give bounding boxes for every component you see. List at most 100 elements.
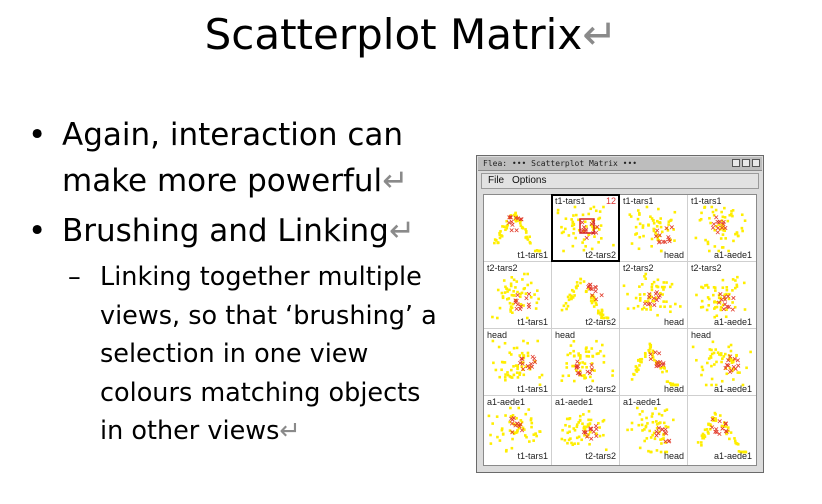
- scatter-point: [700, 211, 703, 215]
- scatter-point: [567, 234, 571, 237]
- y-axis-label: head: [691, 330, 712, 340]
- matrix-cell[interactable]: a1-aede1 t1-tars1: [484, 396, 551, 462]
- scatter-point: [584, 347, 588, 351]
- window-titlebar[interactable]: Flea: ••• Scatterplot Matrix •••: [478, 157, 762, 171]
- brushed-point: [655, 228, 660, 233]
- y-axis-label: t2-tars2: [623, 263, 654, 273]
- scatter-point: [583, 376, 586, 380]
- matrix-cell[interactable]: head t2-tars2: [552, 329, 619, 395]
- scatter-point: [655, 449, 659, 452]
- scatter-point: [704, 238, 707, 242]
- scatter-point: [523, 272, 526, 276]
- close-icon[interactable]: [752, 159, 760, 167]
- menu-options[interactable]: Options: [512, 174, 546, 188]
- scatter-point: [643, 351, 647, 355]
- matrix-cell[interactable]: t2-tars2 a1-aede1: [688, 262, 755, 328]
- matrix-cell[interactable]: t1-tars1: [484, 195, 551, 261]
- scatter-point: [503, 291, 507, 294]
- scatter-point: [588, 442, 591, 446]
- scatter-point: [515, 346, 519, 350]
- scatter-point: [638, 446, 642, 450]
- matrix-cell[interactable]: head a1-aede1: [688, 329, 755, 395]
- scatter-point: [710, 205, 714, 209]
- scatter-point: [576, 442, 580, 445]
- minimize-icon[interactable]: [732, 159, 740, 167]
- x-axis-label: t2-tars2: [585, 317, 616, 327]
- scatter-point: [512, 365, 515, 368]
- scatter-point: [710, 377, 714, 381]
- y-axis-label: a1-aede1: [555, 397, 594, 407]
- scatter-point: [630, 428, 634, 431]
- scatter-point: [714, 289, 717, 292]
- scatter-point: [564, 301, 568, 305]
- matrix-cell[interactable]: a1-aede1 t2-tars2: [552, 396, 619, 462]
- scatter-point: [715, 360, 718, 364]
- scatter-point: [660, 285, 664, 289]
- scatter-point: [560, 225, 563, 229]
- return-mark-icon: ↵: [279, 416, 301, 446]
- maximize-icon[interactable]: [742, 159, 750, 167]
- scatter-point: [673, 239, 676, 242]
- grid-divider: [484, 395, 756, 396]
- y-axis-label: a1-aede1: [623, 397, 662, 407]
- matrix-cell[interactable]: head t1-tars1: [484, 329, 551, 395]
- scatter-point: [730, 210, 733, 213]
- scatter-point: [504, 285, 507, 289]
- sub-bullet-line: selection in one view: [100, 339, 369, 369]
- menu-file[interactable]: File: [488, 174, 504, 188]
- scatter-point: [672, 418, 675, 422]
- scatter-point: [728, 437, 731, 441]
- scatter-point: [500, 368, 503, 372]
- scatter-point: [626, 307, 630, 310]
- scatter-point: [489, 442, 493, 445]
- scatter-point: [489, 433, 492, 437]
- scatter-point: [659, 225, 663, 229]
- scatter-point: [572, 349, 575, 353]
- scatter-point: [713, 245, 717, 248]
- matrix-cell[interactable]: t2-tars2 head: [620, 262, 687, 328]
- scatter-point: [600, 308, 604, 312]
- scatter-point: [525, 435, 528, 439]
- matrix-cell[interactable]: t1-tars1 a1-aede1: [688, 195, 755, 261]
- scatter-point: [560, 231, 564, 235]
- scatter-point: [733, 437, 736, 440]
- scatter-point: [695, 358, 698, 362]
- brushed-point: [526, 302, 531, 307]
- return-mark-icon: ↵: [388, 213, 415, 249]
- scatter-point: [505, 226, 509, 230]
- scatter-point: [514, 219, 518, 223]
- scatter-point: [721, 215, 725, 219]
- scatter-point: [579, 277, 582, 281]
- matrix-cell[interactable]: head: [620, 329, 687, 395]
- scatter-point: [713, 286, 717, 290]
- scatter-point: [706, 240, 710, 244]
- matrix-cell[interactable]: a1-aede1 head: [620, 396, 687, 462]
- scatter-point: [729, 343, 733, 347]
- scatter-point: [641, 307, 644, 311]
- scatter-point: [643, 292, 646, 296]
- scatter-point: [654, 407, 657, 410]
- scatter-point: [647, 449, 650, 453]
- matrix-cell[interactable]: t2-tars2: [552, 262, 619, 328]
- scatter-point: [575, 281, 579, 284]
- scatter-point: [630, 421, 634, 425]
- scatter-point: [728, 213, 732, 217]
- scatter-point: [584, 290, 588, 294]
- scatterplot-matrix[interactable]: t1-tars1 t1-tars1 t2-tars2 12 t1-tars1 head t1…: [483, 194, 757, 466]
- scatter-point: [659, 305, 662, 308]
- scatter-point: [662, 300, 665, 303]
- scatter-point: [729, 349, 733, 353]
- scatter-point: [560, 308, 564, 312]
- scatter-point: [731, 289, 734, 292]
- scatter-point: [705, 308, 709, 312]
- matrix-cell[interactable]: t2-tars2 t1-tars1: [484, 262, 551, 328]
- scatter-point: [699, 306, 703, 309]
- scatter-point: [602, 433, 605, 437]
- scatter-point: [714, 208, 718, 212]
- scatter-point: [714, 348, 718, 351]
- scatter-point: [643, 275, 646, 278]
- matrix-cell[interactable]: t1-tars1 t2-tars2 12: [551, 194, 620, 262]
- scatter-point: [665, 380, 669, 383]
- matrix-cell[interactable]: t1-tars1 head: [620, 195, 687, 261]
- matrix-cell[interactable]: a1-aede1: [688, 396, 755, 462]
